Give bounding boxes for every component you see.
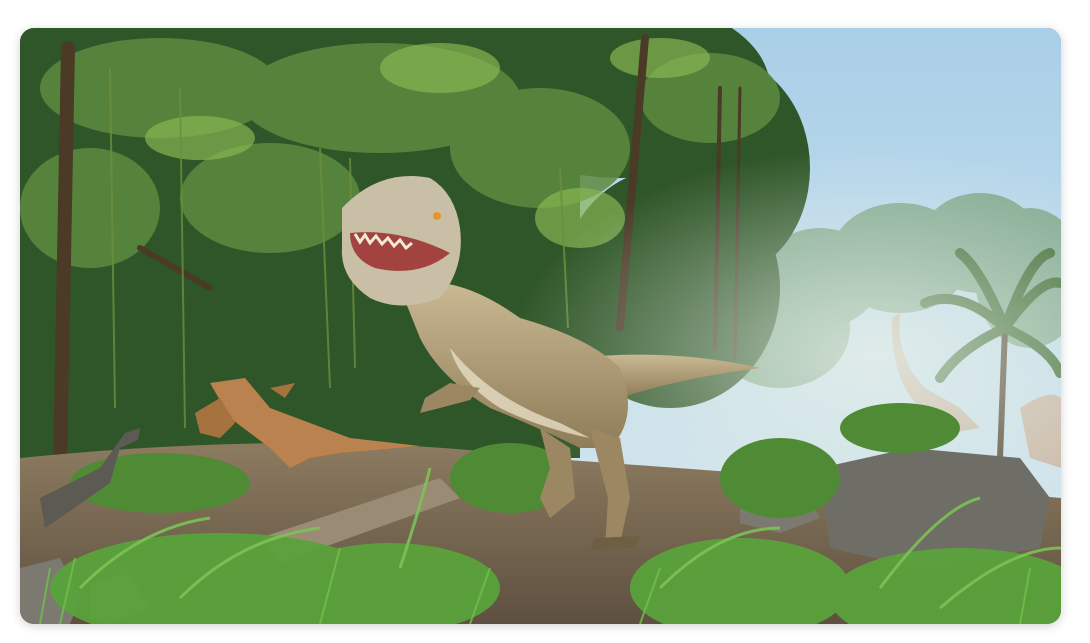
- jungle-scene-image: [20, 28, 1061, 624]
- image-frame: [20, 28, 1061, 624]
